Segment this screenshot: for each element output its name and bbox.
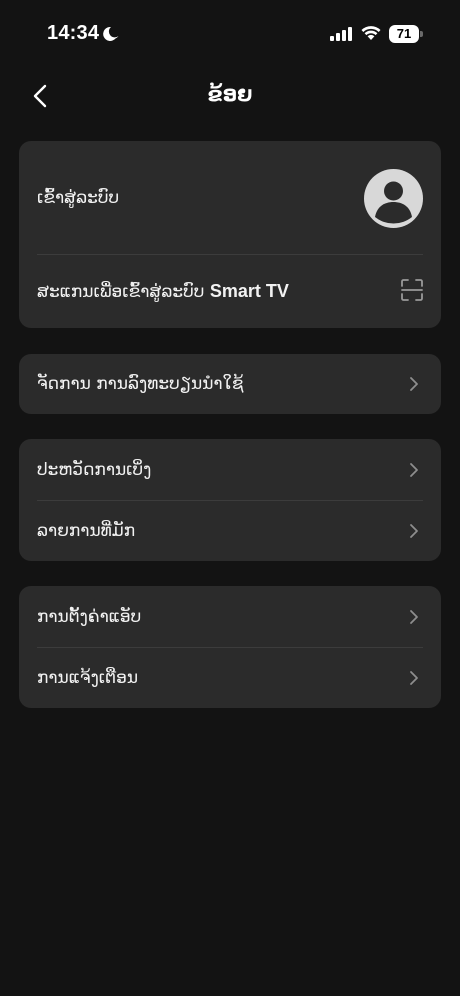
manage-registration-row[interactable]: ຈັດການ ການລົງທະບຽນນຳໃຊ້: [19, 354, 441, 414]
login-label: ເຂົ້າສູ່ລະບົບ: [37, 187, 120, 208]
settings-card: ການຕັ້ງຄ່າແອັບ ການແຈ້ງເຕືອນ: [19, 586, 441, 708]
app-settings-row[interactable]: ການຕັ້ງຄ່າແອັບ: [19, 586, 441, 647]
scan-label-lao: ສະແກນເພື່ອເຂົ້າສູ່ລະບົບ: [37, 281, 210, 302]
account-card: ເຂົ້າສູ່ລະບົບ ສະແກນເພື່ອເຂົ້າສູ່ລະບົບ Sm…: [19, 141, 441, 328]
notifications-row[interactable]: ການແຈ້ງເຕືອນ: [19, 647, 441, 708]
wifi-icon: [361, 26, 381, 40]
watch-history-row[interactable]: ປະຫວັດການເບິ່ງ: [19, 439, 441, 500]
signal-icon: [330, 27, 352, 41]
app-settings-label: ການຕັ້ງຄ່າແອັບ: [37, 606, 142, 627]
battery-cap: [420, 31, 423, 37]
scan-label-latin: Smart TV: [209, 280, 289, 301]
scan-smart-tv-label: ສະແກນເພື່ອເຂົ້າສູ່ລະບົບ Smart TV: [37, 281, 289, 302]
status-time: 14:34: [47, 22, 100, 44]
status-bar: 14:34 71: [0, 0, 460, 70]
nav-bar: ຂ້ອຍ: [0, 72, 460, 120]
notifications-label: ການແຈ້ງເຕືອນ: [37, 667, 139, 688]
chevron-right-icon: [410, 377, 418, 391]
page-title: ຂ້ອຍ: [207, 82, 253, 106]
divider: [37, 500, 423, 501]
watch-history-label: ປະຫວັດການເບິ່ງ: [37, 459, 152, 480]
chevron-right-icon: [410, 670, 418, 685]
battery-icon: 71: [389, 25, 419, 43]
user-avatar-icon[interactable]: [364, 169, 423, 228]
qr-scan-icon[interactable]: [401, 279, 423, 301]
devices-card: ຈັດການ ການລົງທະບຽນນຳໃຊ້: [19, 354, 441, 414]
manage-registration-label: ຈັດການ ການລົງທະບຽນນຳໃຊ້: [37, 374, 244, 394]
divider: [37, 647, 423, 648]
login-row[interactable]: ເຂົ້າສູ່ລະບົບ: [19, 141, 441, 254]
chevron-right-icon: [410, 609, 418, 624]
chevron-right-icon: [410, 462, 418, 477]
divider: [37, 254, 423, 255]
history-card: ປະຫວັດການເບິ່ງ ລາຍການທີ່ມັກ: [19, 439, 441, 561]
chevron-right-icon: [410, 523, 418, 538]
moon-icon: [103, 26, 119, 41]
scan-smart-tv-row[interactable]: ສະແກນເພື່ອເຂົ້າສູ່ລະບົບ Smart TV: [19, 254, 441, 328]
favorites-row[interactable]: ລາຍການທີ່ມັກ: [19, 500, 441, 561]
favorites-label: ລາຍການທີ່ມັກ: [37, 520, 136, 541]
